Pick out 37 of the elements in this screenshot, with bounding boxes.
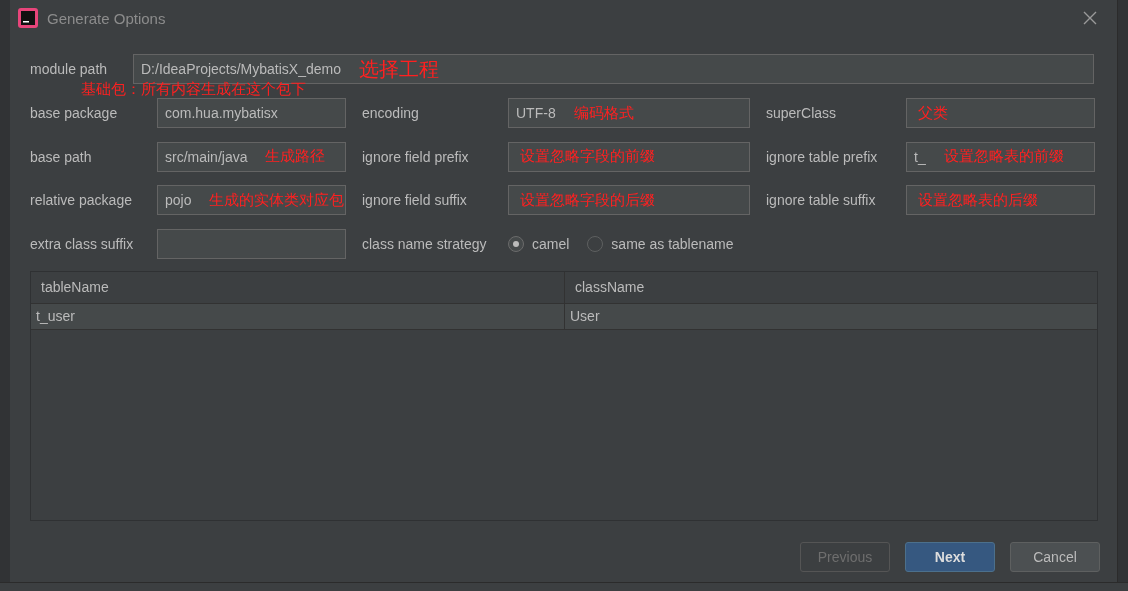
field-label: ignore field prefix [361,148,470,165]
column-header[interactable]: tableName [31,271,565,303]
field-label: relative package [30,192,133,208]
table-row[interactable]: t_user User [31,303,1097,330]
annotation-note: 设置忽略表的前缀 [943,147,1064,166]
annotation-note: 设置忽略表的后缀 [917,190,1038,210]
field-label: ignore field suffix [361,192,468,208]
window-title: Generate Options [47,9,167,27]
text-field[interactable]: UTF-8 编码格式 [508,98,750,128]
annotation-note: 生成的实体类对应包 [209,190,345,210]
app-logo-icon [18,8,38,28]
text-field[interactable]: src/main/java 生成路径 [157,141,346,172]
field-label: superClass [765,105,838,121]
text-field[interactable] [157,228,346,259]
close-icon[interactable] [1083,11,1097,25]
radio-option[interactable]: same as tablename [587,235,734,252]
annotation-note: 生成路径 [265,147,326,166]
field-label: base path [30,148,93,165]
radio-option[interactable]: camel [508,235,570,252]
annotation-note: 编码格式 [573,103,634,123]
field-label: encoding [361,105,420,121]
field-label: module path [30,61,109,77]
annotation-note: 选择工程 [359,56,439,82]
field-label: base package [30,105,119,121]
annotation-note: 父类 [917,103,948,123]
column-header[interactable]: className [565,271,645,303]
field-label: class name strategy [361,235,488,252]
dialog-button[interactable]: Cancel [1010,541,1100,572]
text-field[interactable]: com.hua.mybatisx [157,98,346,128]
field-label: ignore table suffix [765,192,877,208]
annotation-note: 设置忽略字段的前缀 [519,147,655,166]
text-field[interactable]: t_ 设置忽略表的前缀 [906,141,1095,172]
field-label: ignore table prefix [765,148,879,165]
field-label: extra class suffix [30,235,135,252]
annotation-note: 设置忽略字段的后缀 [519,190,655,210]
text-field[interactable]: pojo 生成的实体类对应包 [157,185,346,215]
dialog-button[interactable]: Next [905,541,995,572]
